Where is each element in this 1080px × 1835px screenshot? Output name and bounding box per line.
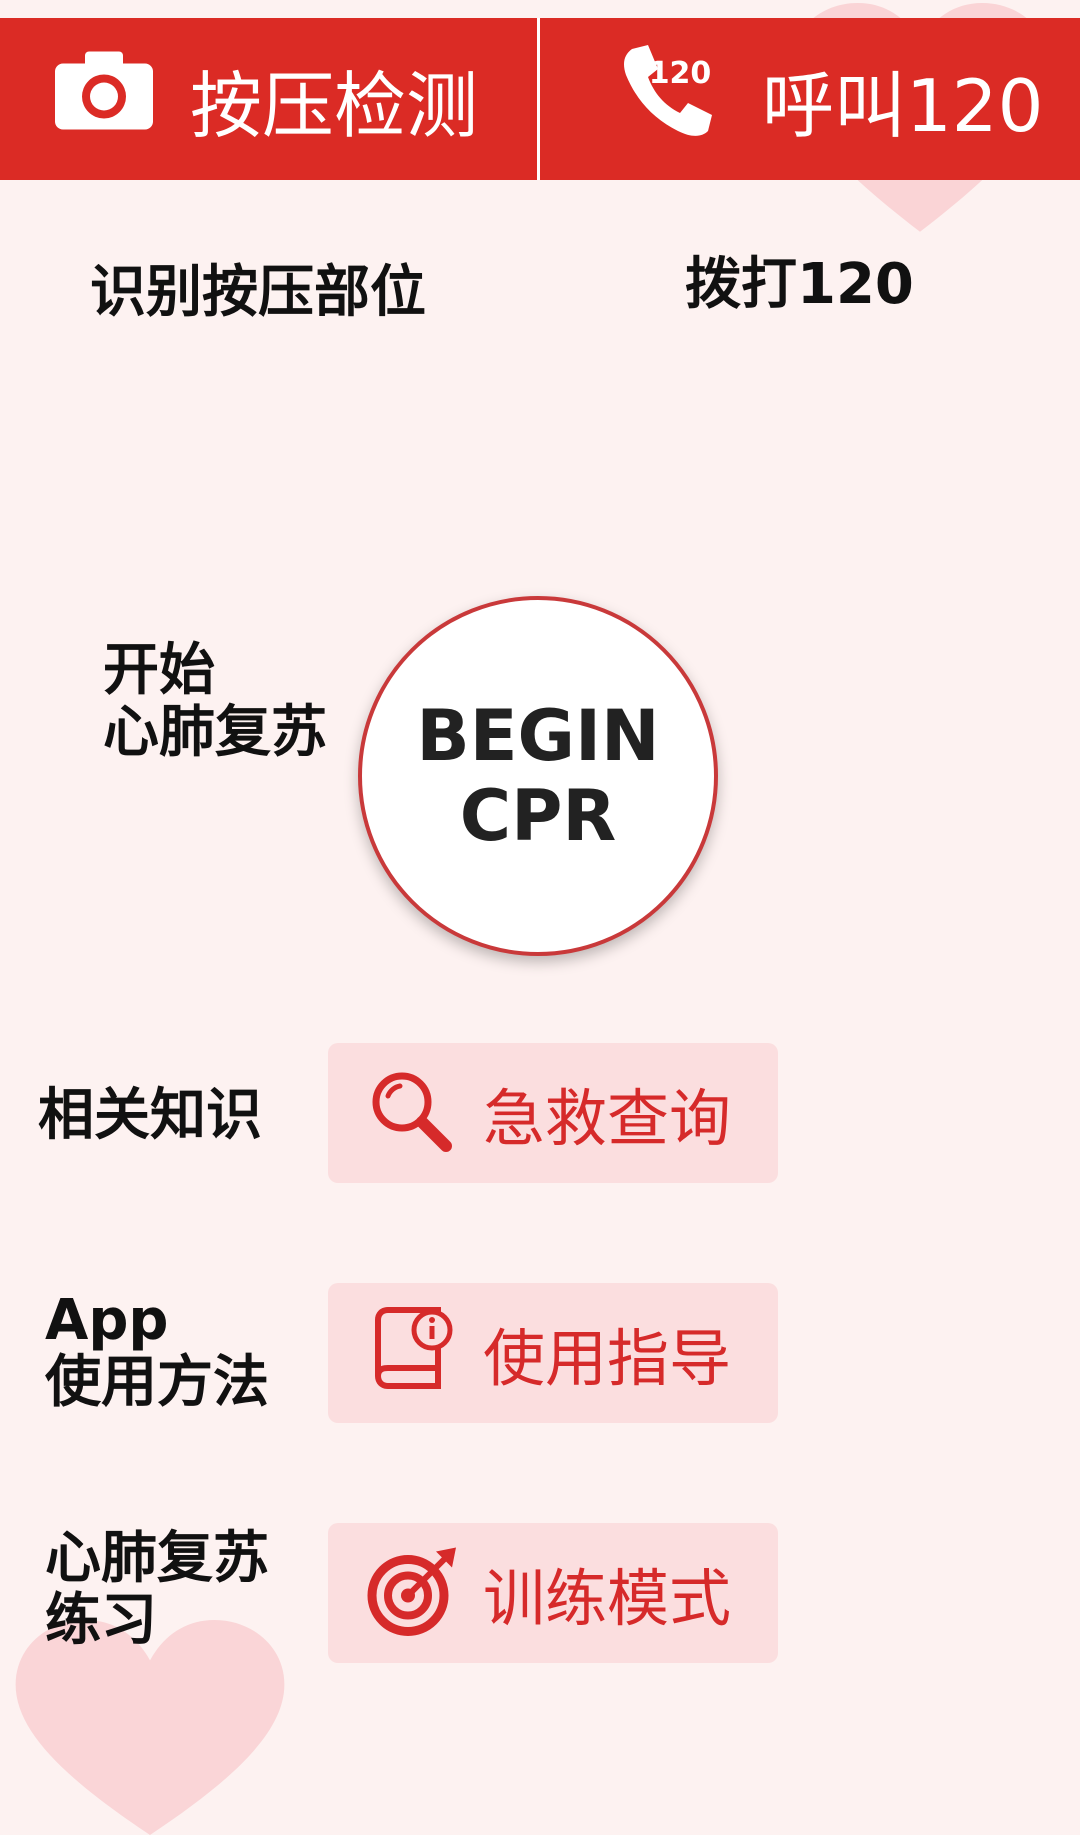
training-mode-button[interactable]: 训练模式 — [328, 1523, 778, 1663]
usage-guide-label: 使用指导 — [483, 1322, 732, 1395]
target-icon — [366, 1544, 461, 1643]
detect-caption: 识别按压部位 — [90, 260, 426, 325]
start-cpr-caption-line1: 开始 — [103, 638, 215, 703]
top-action-bar: 按压检测 120 呼叫120 — [0, 18, 1080, 180]
cpr-practice-caption: 心肺复苏 练习 — [45, 1528, 269, 1651]
press-detect-label: 按压检测 — [190, 63, 479, 148]
training-mode-label: 训练模式 — [483, 1562, 732, 1635]
phone-120-icon: 120 — [618, 43, 730, 155]
begin-cpr-line1: BEGIN — [416, 694, 660, 777]
first-aid-search-button[interactable]: 急救查询 — [328, 1043, 778, 1183]
knowledge-caption: 相关知识 — [38, 1083, 262, 1148]
call-120-label: 呼叫120 — [762, 63, 1044, 148]
search-icon — [366, 1066, 456, 1160]
dial-caption: 拨打120 — [685, 252, 914, 317]
book-info-icon — [366, 1306, 456, 1400]
start-cpr-caption: 开始 心肺复苏 — [103, 640, 327, 763]
begin-cpr-line2: CPR — [459, 775, 617, 857]
press-detect-button[interactable]: 按压检测 — [0, 18, 540, 180]
cpr-practice-caption-line1: 心肺复苏 — [45, 1526, 269, 1591]
camera-icon — [55, 51, 153, 147]
start-cpr-caption-line2: 心肺复苏 — [103, 699, 327, 765]
first-aid-search-label: 急救查询 — [483, 1082, 732, 1155]
call-120-button[interactable]: 120 呼叫120 — [540, 18, 1080, 180]
usage-guide-button[interactable]: 使用指导 — [328, 1283, 778, 1423]
app-usage-caption: App 使用方法 — [45, 1290, 269, 1413]
phone-120-badge: 120 — [649, 56, 712, 91]
app-usage-caption-line2: 使用方法 — [45, 1349, 269, 1415]
app-usage-caption-line1: App — [45, 1288, 169, 1353]
cpr-practice-caption-line2: 练习 — [45, 1587, 157, 1653]
begin-cpr-button[interactable]: BEGIN CPR — [358, 596, 718, 956]
